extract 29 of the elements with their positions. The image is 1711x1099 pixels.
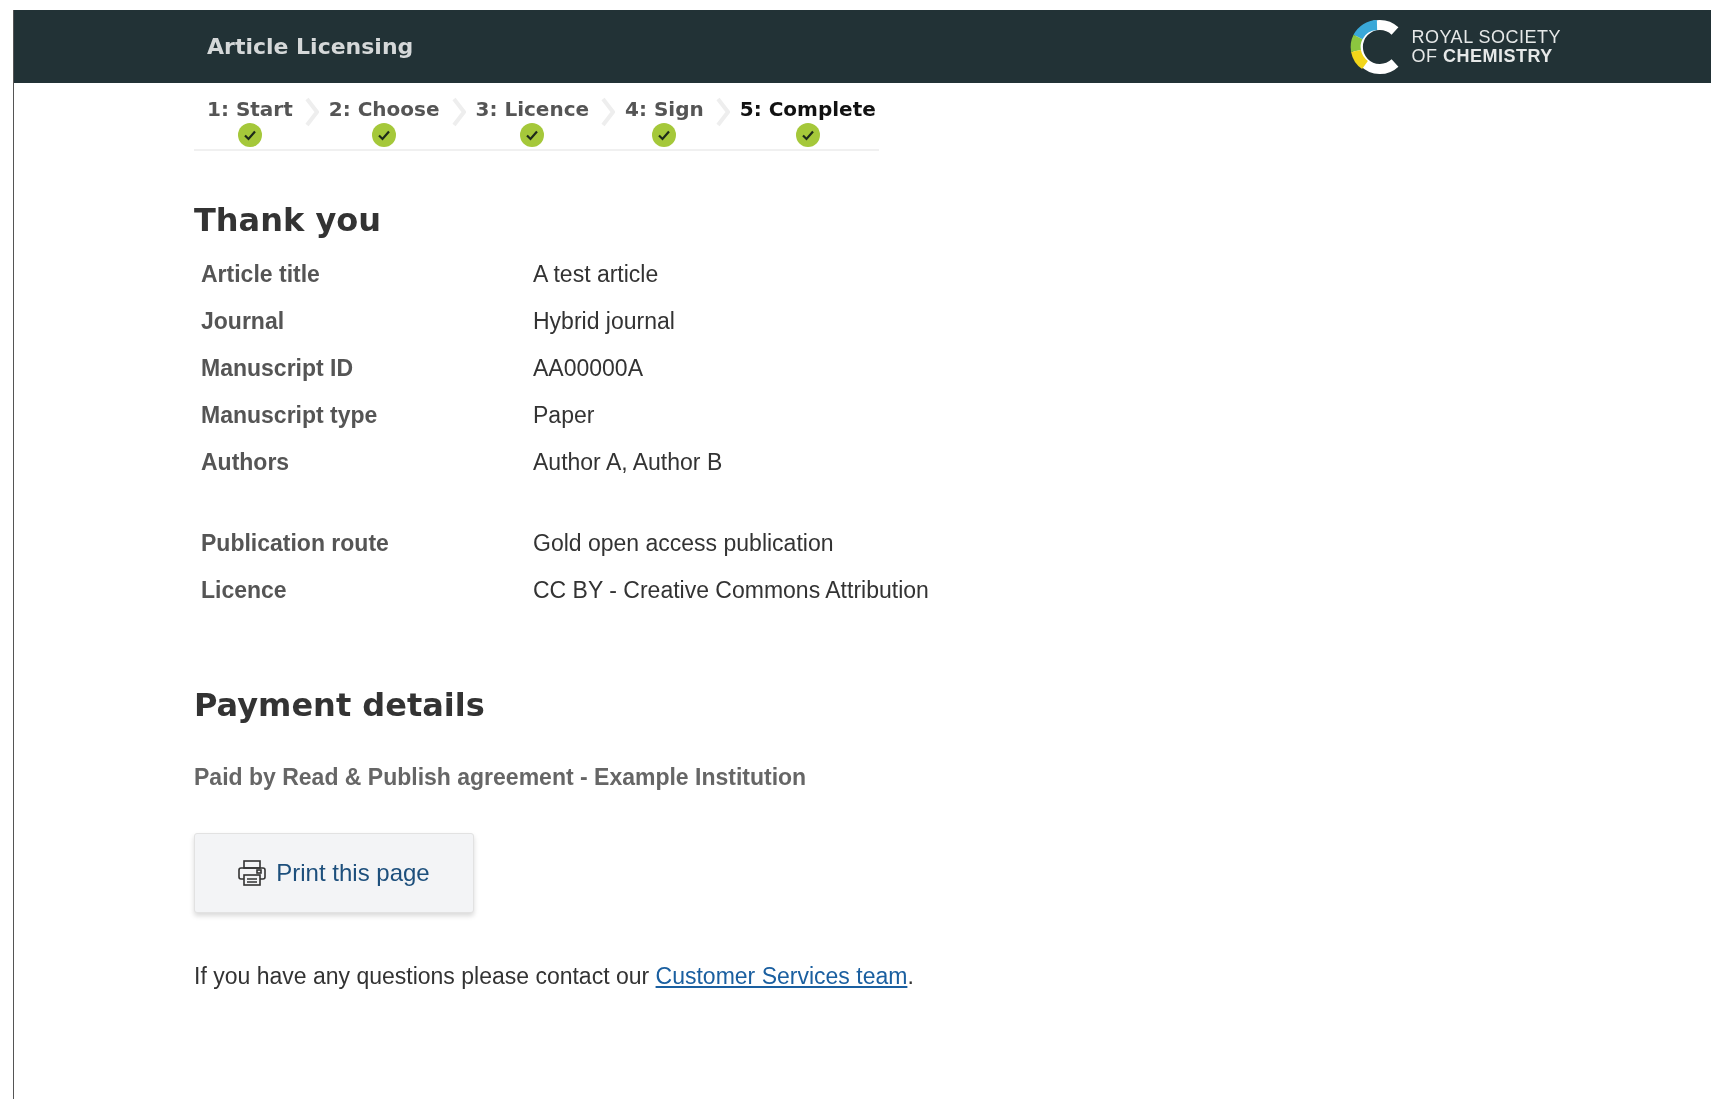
logo-text: OF CHEMISTRY [1411, 46, 1554, 66]
detail-label: Article title [201, 261, 321, 288]
step-tab[interactable]: 1: Start [207, 97, 293, 121]
page-heading: Thank you [194, 201, 383, 239]
payment-text: Paid by Read & Publish agreement - Example Institution [194, 764, 808, 791]
step-tab[interactable]: 2: Choose [328, 97, 440, 121]
detail-label: Manuscript ID [201, 355, 355, 382]
customer-services-link[interactable]: Customer Services team [655, 963, 908, 989]
detail-label: Manuscript type [201, 402, 379, 429]
detail-value: Author A, Author B [533, 449, 724, 476]
detail-label: Licence [201, 577, 288, 604]
app-title: Article Licensing [207, 34, 414, 59]
detail-value: AA00000A [533, 355, 644, 382]
detail-value: Paper [533, 402, 596, 429]
detail-label: Publication route [201, 530, 390, 557]
contact-text: If you have any questions please contact our Customer Services team. [194, 963, 915, 990]
step-tab[interactable]: 3: Licence [475, 97, 590, 121]
step-tab[interactable]: 5: Complete [739, 97, 876, 121]
print-button[interactable]: Print this page [194, 833, 474, 913]
step-tab[interactable]: 4: Sign [625, 97, 704, 121]
logo-text: ROYAL SOCIETY [1411, 27, 1561, 47]
detail-value: Hybrid journal [533, 308, 676, 335]
detail-label: Journal [201, 308, 286, 335]
detail-value: Gold open access publication [533, 530, 835, 557]
detail-value: A test article [533, 261, 660, 288]
printer-icon [238, 860, 267, 886]
detail-value: CC BY - Creative Commons Attribution [533, 577, 930, 604]
section-heading: Payment details [194, 686, 486, 724]
detail-label: Authors [201, 449, 291, 476]
